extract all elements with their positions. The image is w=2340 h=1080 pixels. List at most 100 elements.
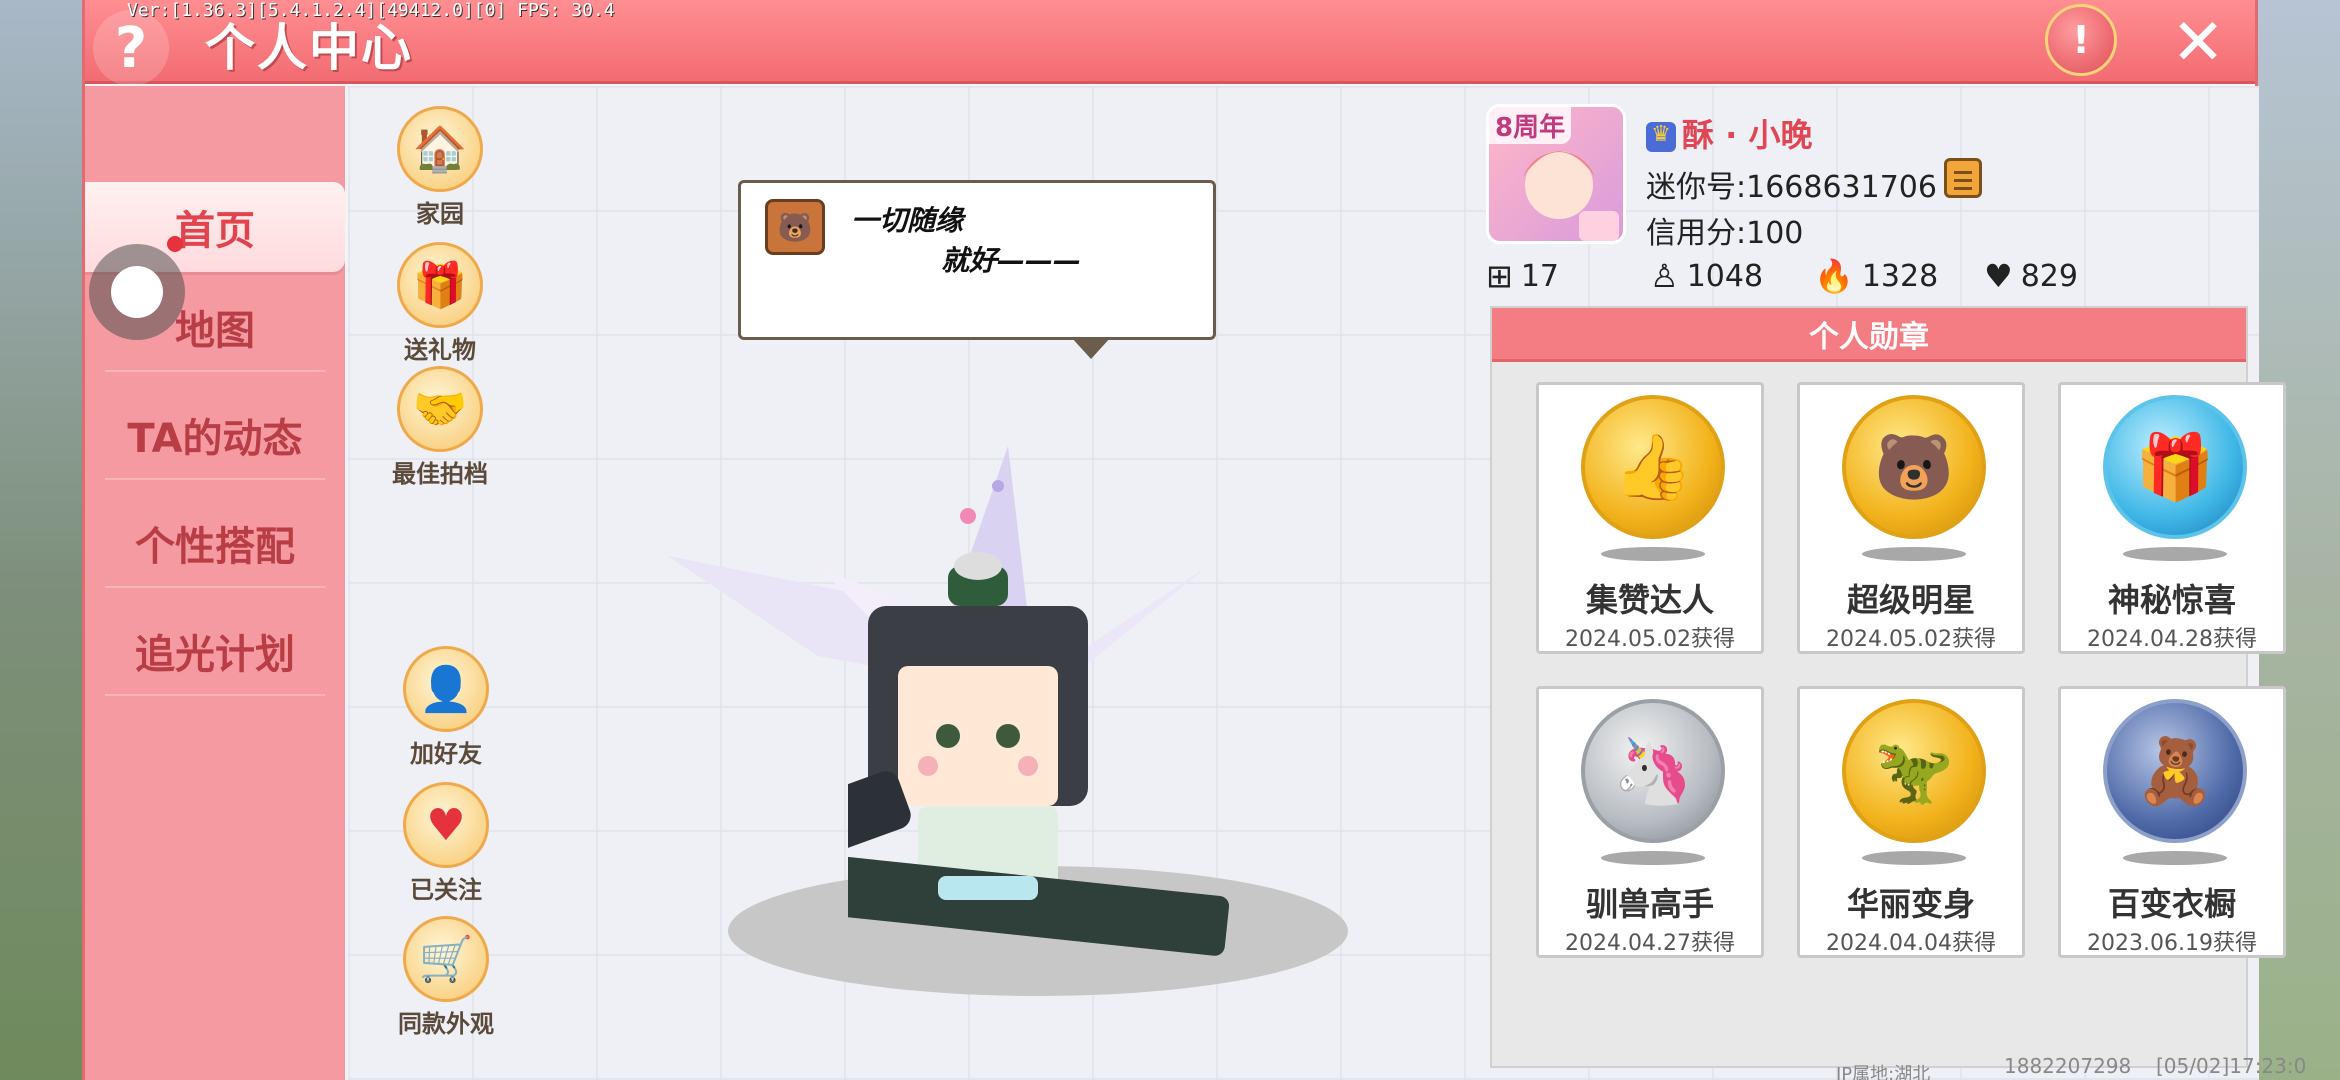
background-scene-left [0,0,82,1080]
divider [105,586,325,588]
signature-line-2: 就好——— [941,244,1082,277]
add-friend-icon: 👤 [403,646,489,732]
stat-value: 1328 [1861,258,1939,294]
report-button[interactable]: ! [2045,4,2117,76]
medal-shadow [1862,851,1966,865]
stat-likes: ♥ 829 [1984,256,2154,296]
signature-speech-bubble: 🐻 一切随缘 就好——— [738,180,1216,359]
stat-value: 17 [1520,258,1559,294]
sidebar-item-label: 地图 [175,308,255,354]
question-icon: ? [114,15,148,81]
floating-assist-ball[interactable] [89,244,185,340]
same-outfit-button[interactable]: 🛒 同款外观 [386,916,506,1039]
heart-stat-icon: ♥ [1984,257,2013,295]
medal-name: 华丽变身 [1846,885,1975,923]
credit-score: 信用分:100 [1646,216,1804,251]
personal-center-window: ? 个人中心 Ver:[1.36.3][5.4.1.2.4][49412.0][… [82,0,2286,1080]
star-bear-icon: 🐻 [1842,395,1986,539]
sidebar-item-outfit[interactable]: 个性搭配 [85,498,345,588]
medal-panel: 个人勋章 👍 集赞达人 2024.05.02获得 🐻 超级明星 2024.05.… [1490,306,2286,1068]
action-label: 已关注 [410,876,482,904]
divider [105,694,325,696]
stat-fans: ♙ 1048 [1650,256,1814,296]
stat-posts: ⊞ 17 [1486,256,1650,296]
title-bar: ? 个人中心 Ver:[1.36.3][5.4.1.2.4][49412.0][… [85,0,2255,86]
send-gift-button[interactable]: 🎁 送礼物 [380,242,500,365]
home-button[interactable]: 🏠 家园 [380,106,500,229]
sidebar-item-label: TA的动态 [127,416,303,462]
user-uid: 1882207298 [2004,1054,2132,1078]
heart-icon: ♥ [403,782,489,868]
medal-date: 2023.06.19获得 [2087,931,2257,956]
help-button[interactable]: ? [93,10,169,86]
sidebar-item-label: 个性搭配 [135,524,295,570]
action-label: 送礼物 [404,336,476,364]
timestamp: [05/02]17:23:0 [2156,1054,2307,1078]
sidebar-item-plan[interactable]: 追光计划 [85,606,345,696]
nickname-text: 酥 · 小晚 [1682,116,1813,154]
action-label: 加好友 [410,740,482,768]
best-partner-button[interactable]: 🤝 最佳拍档 [380,366,500,489]
medal-date: 2024.04.28获得 [2087,627,2257,652]
anniversary-badge: 8周年 [1489,107,1572,144]
ip-location: IP属地:湖北 [1836,1064,1931,1080]
mini-id: 迷你号:1668631706 [1646,170,1937,205]
plus-flag-icon: ⊞ [1486,257,1513,295]
action-label: 最佳拍档 [392,460,488,488]
medal-shadow [2123,547,2227,561]
signature-line-1: 一切随缘 [851,204,964,237]
medal-name: 驯兽高手 [1585,885,1714,923]
medal-date: 2024.05.02获得 [1826,627,1996,652]
warning-icon: ! [2072,18,2090,62]
medal-card[interactable]: 🦄 驯兽高手 2024.04.27获得 [1536,686,1764,958]
wardrobe-icon: 🧸 [2103,699,2247,843]
medal-card[interactable]: 🎁 神秘惊喜 2024.04.28获得 [2058,382,2286,654]
vip-crown-icon: ♛ [1646,122,1676,152]
add-friend-button[interactable]: 👤 加好友 [386,646,506,769]
stat-popularity: 🔥 1328 [1814,256,1984,296]
medal-card[interactable]: 👍 集赞达人 2024.05.02获得 [1536,382,1764,654]
copy-icon[interactable] [1944,158,1982,198]
stat-value: 829 [2020,258,2078,294]
sidebar-item-label: 追光计划 [135,632,295,678]
stats-row: ⊞ 17 ♙ 1048 🔥 1328 ♥ 829 [1486,256,2306,296]
player-character [848,552,1230,956]
medal-shadow [1862,547,1966,561]
medal-panel-title: 个人勋章 [1492,308,2246,362]
house-icon: 🏠 [397,106,483,192]
action-label: 家园 [416,200,464,228]
stat-value: 1048 [1686,258,1764,294]
sidebar-item-activity[interactable]: TA的动态 [85,390,345,480]
medal-name: 集赞达人 [1585,581,1714,619]
sidebar-item-label: 首页 [175,208,255,254]
version-text: Ver:[1.36.3][5.4.1.2.4][49412.0][0] FPS:… [127,0,615,21]
profile-avatar[interactable]: 8周年 [1486,104,1626,244]
notification-dot [167,236,183,252]
medal-card[interactable]: 🧸 百变衣橱 2023.06.19获得 [2058,686,2286,958]
medal-shadow [2123,851,2227,865]
dinosaur-icon: 🦖 [1842,699,1986,843]
close-button[interactable]: ✕ [2163,6,2233,80]
gift-box-icon: 🎁 [2103,395,2247,539]
cart-icon: 🛒 [403,916,489,1002]
fans-icon: ♙ [1650,257,1679,295]
medal-date: 2024.05.02获得 [1565,627,1735,652]
medal-name: 超级明星 [1846,581,1975,619]
medal-shadow [1601,851,1705,865]
medal-name: 百变衣橱 [2107,885,2236,923]
medal-name: 神秘惊喜 [2107,581,2236,619]
gift-icon: 🎁 [397,242,483,328]
following-button[interactable]: ♥ 已关注 [386,782,506,905]
nickname: ♛ 酥 · 小晚 [1646,110,1812,156]
divider [105,478,325,480]
fire-icon: 🔥 [1814,257,1854,295]
close-icon: ✕ [2171,6,2225,80]
floating-ball-dot [111,266,163,318]
medal-card[interactable]: 🐻 超级明星 2024.05.02获得 [1797,382,2025,654]
action-label: 同款外观 [398,1010,494,1038]
handshake-icon: 🤝 [397,366,483,452]
bear-avatar-icon: 🐻 [765,199,825,255]
medal-card[interactable]: 🦖 华丽变身 2024.04.04获得 [1797,686,2025,958]
medal-date: 2024.04.04获得 [1826,931,1996,956]
unicorn-icon: 🦄 [1581,699,1725,843]
